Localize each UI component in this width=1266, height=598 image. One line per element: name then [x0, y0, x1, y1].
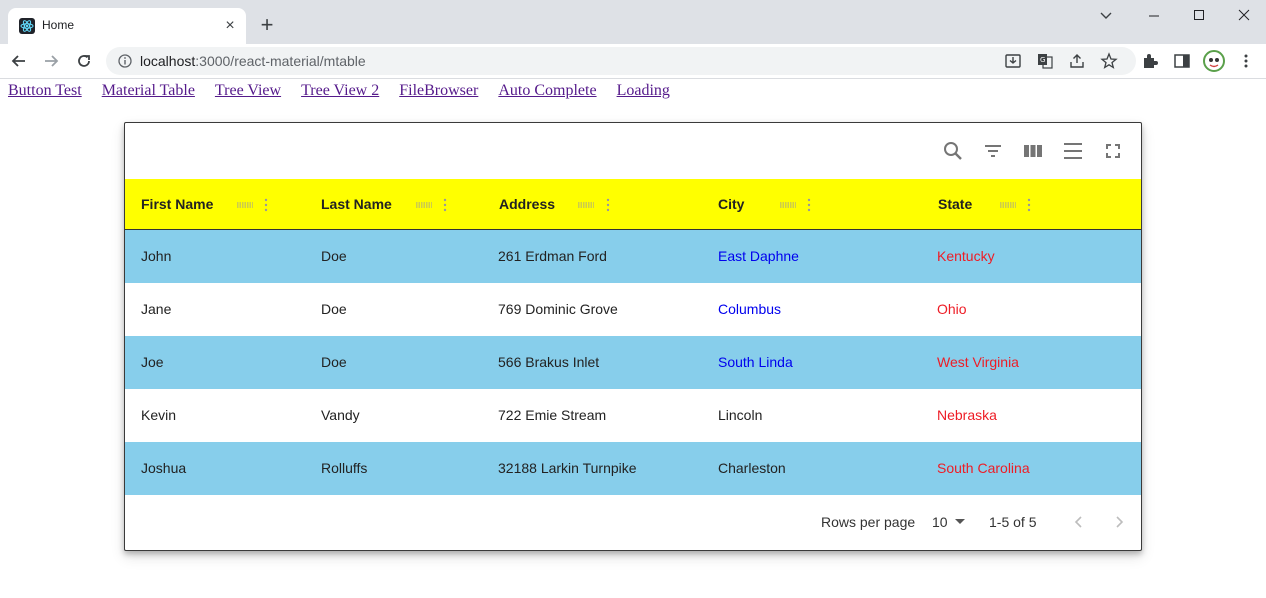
column-menu-icon[interactable]	[606, 197, 610, 213]
rows-per-page-label: Rows per page	[821, 514, 916, 530]
browser-tab[interactable]: Home ×	[8, 8, 246, 44]
table-toolbar	[125, 123, 1141, 179]
cell-state: South Carolina	[937, 460, 1030, 476]
extensions-icon[interactable]	[1141, 52, 1159, 70]
svg-text:G: G	[1040, 56, 1045, 64]
new-tab-button[interactable]: +	[256, 14, 278, 36]
cell-city: South Linda	[718, 354, 793, 370]
menu-icon[interactable]	[1062, 140, 1084, 162]
cell-state: West Virginia	[937, 354, 1019, 370]
view-column-icon[interactable]	[1022, 140, 1044, 162]
tab-search-chevron-icon[interactable]	[1096, 6, 1116, 26]
cell-address: 769 Dominic Grove	[498, 301, 618, 317]
nav-link-material-table[interactable]: Material Table	[102, 82, 195, 102]
column-header-address[interactable]: Address	[499, 196, 555, 212]
cell-address: 32188 Larkin Turnpike	[498, 460, 637, 476]
cell-first-name: Kevin	[141, 407, 177, 423]
drag-handle-icon[interactable]	[780, 202, 796, 208]
nav-link-loading[interactable]: Loading	[617, 82, 670, 102]
nav-link-auto-complete[interactable]: Auto Complete	[498, 82, 596, 102]
cell-last-name: Doe	[321, 354, 347, 370]
install-app-icon[interactable]	[1004, 52, 1022, 70]
cell-last-name: Doe	[321, 301, 347, 317]
nav-link-button-test[interactable]: Button Test	[8, 82, 82, 102]
nav-link-filebrowser[interactable]: FileBrowser	[399, 82, 478, 102]
reload-icon[interactable]	[75, 52, 93, 70]
cell-city: Lincoln	[718, 407, 763, 423]
tab-close-icon[interactable]: ×	[222, 18, 238, 34]
drag-handle-icon[interactable]	[237, 202, 253, 208]
cell-address: 566 Brakus Inlet	[498, 354, 600, 370]
cell-last-name: Vandy	[321, 407, 360, 423]
close-window-icon[interactable]	[1234, 6, 1254, 26]
forward-icon[interactable]	[42, 52, 60, 70]
site-info-icon[interactable]	[118, 54, 132, 68]
share-icon[interactable]	[1068, 52, 1086, 70]
cell-first-name: John	[141, 248, 172, 264]
cell-first-name: Joe	[141, 354, 164, 370]
table-pagination: Rows per page 10 1-5 of 5	[125, 495, 1141, 550]
rows-per-page-select[interactable]: 10	[932, 514, 948, 530]
table-row[interactable]: Kevin Vandy 722 Emie Stream Lincoln Nebr…	[125, 389, 1141, 442]
dropdown-arrow-icon[interactable]	[955, 519, 965, 525]
table-header: First Name Last Name Address City State	[125, 179, 1141, 230]
next-page-icon[interactable]	[1109, 512, 1129, 532]
material-table: First Name Last Name Address City State …	[124, 122, 1142, 551]
cell-first-name: Jane	[141, 301, 172, 317]
filter-icon[interactable]	[982, 140, 1004, 162]
column-header-first-name[interactable]: First Name	[141, 196, 213, 212]
column-header-state[interactable]: State	[938, 196, 972, 212]
previous-page-icon[interactable]	[1069, 512, 1089, 532]
table-row[interactable]: John Doe 261 Erdman Ford East Daphne Ken…	[125, 230, 1141, 283]
drag-handle-icon[interactable]	[1000, 202, 1016, 208]
browser-toolbar: localhost:3000/react-material/mtable G	[0, 44, 1266, 79]
cell-state: Kentucky	[937, 248, 995, 264]
table-row[interactable]: Jane Doe 769 Dominic Grove Columbus Ohio	[125, 283, 1141, 336]
back-icon[interactable]	[10, 52, 28, 70]
browser-menu-icon[interactable]	[1237, 52, 1255, 70]
table-row[interactable]: Joe Doe 566 Brakus Inlet South Linda Wes…	[125, 336, 1141, 389]
drag-handle-icon[interactable]	[578, 202, 594, 208]
cell-city: Charleston	[718, 460, 786, 476]
url-path: :3000/react-material/mtable	[195, 53, 366, 69]
tab-title: Home	[42, 18, 75, 32]
maximize-icon[interactable]	[1189, 6, 1209, 26]
nav-link-tree-view-2[interactable]: Tree View 2	[301, 82, 379, 102]
column-menu-icon[interactable]	[443, 197, 447, 213]
minimize-icon[interactable]	[1144, 6, 1164, 26]
address-bar[interactable]: localhost:3000/react-material/mtable G	[106, 47, 1136, 75]
cell-state: Nebraska	[937, 407, 997, 423]
column-header-city[interactable]: City	[718, 196, 744, 212]
url-host: localhost	[140, 53, 196, 69]
nav-link-tree-view[interactable]: Tree View	[215, 82, 281, 102]
cell-city: East Daphne	[718, 248, 799, 264]
cell-last-name: Doe	[321, 248, 347, 264]
cell-state: Ohio	[937, 301, 967, 317]
cell-address: 722 Emie Stream	[498, 407, 607, 423]
page-nav: Button Test Material Table Tree View Tre…	[8, 82, 670, 102]
translate-icon[interactable]: G	[1036, 52, 1054, 70]
table-row[interactable]: Joshua Rolluffs 32188 Larkin Turnpike Ch…	[125, 442, 1141, 495]
column-header-last-name[interactable]: Last Name	[321, 196, 392, 212]
react-favicon-icon	[19, 18, 35, 34]
bookmark-star-icon[interactable]	[1100, 52, 1118, 70]
cell-city: Columbus	[718, 301, 782, 317]
column-menu-icon[interactable]	[1027, 197, 1031, 213]
side-panel-icon[interactable]	[1173, 52, 1191, 70]
cell-first-name: Joshua	[141, 460, 187, 476]
browser-tab-bar: Home × +	[0, 0, 1266, 44]
column-menu-icon[interactable]	[807, 197, 811, 213]
fullscreen-icon[interactable]	[1102, 140, 1124, 162]
profile-avatar-icon[interactable]	[1203, 50, 1225, 72]
cell-last-name: Rolluffs	[321, 460, 368, 476]
search-icon[interactable]	[942, 140, 964, 162]
drag-handle-icon[interactable]	[416, 202, 432, 208]
pagination-range: 1-5 of 5	[989, 514, 1037, 530]
column-menu-icon[interactable]	[264, 197, 268, 213]
url-text: localhost:3000/react-material/mtable	[140, 53, 366, 69]
cell-address: 261 Erdman Ford	[498, 248, 607, 264]
